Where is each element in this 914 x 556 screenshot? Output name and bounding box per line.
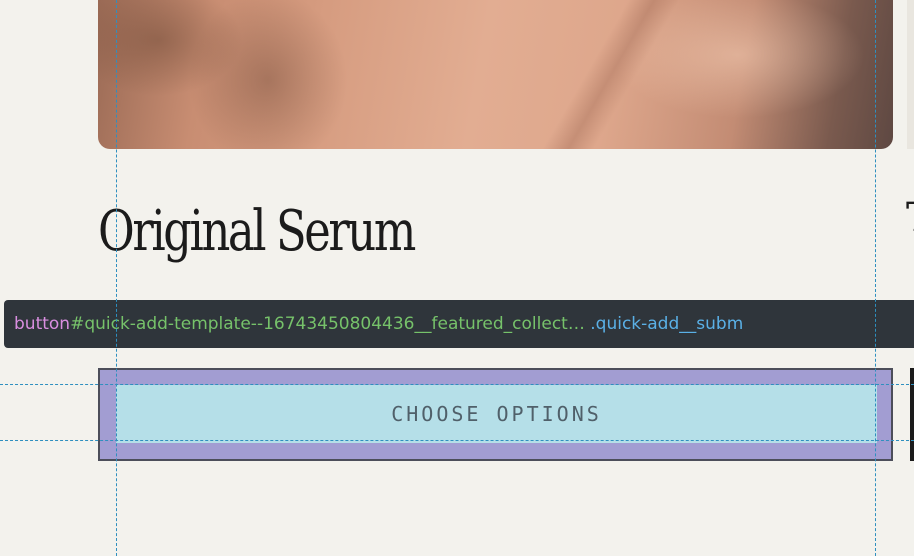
next-card-title-peek: T <box>906 198 914 238</box>
inspector-guide-left <box>116 0 117 556</box>
next-card-image-edge[interactable] <box>907 0 914 149</box>
choose-options-button[interactable]: CHOOSE OPTIONS <box>116 385 877 443</box>
next-card-button-edge[interactable] <box>910 368 914 461</box>
image-skin-fold <box>538 0 678 149</box>
product-title[interactable]: Original Serum <box>98 196 416 268</box>
product-image[interactable] <box>98 0 893 149</box>
image-shadow-region <box>188 0 348 149</box>
tooltip-tag-name: button <box>14 314 71 334</box>
inspector-guide-top <box>0 384 914 385</box>
tooltip-element-classes: .quick-add__subm <box>584 314 744 334</box>
devtools-inspector-tooltip: button#quick-add-template--1674345080443… <box>4 300 914 348</box>
inspector-guide-bottom <box>0 440 914 441</box>
inspector-guide-right <box>875 0 876 556</box>
tooltip-element-id: #quick-add-template--16743450804436__fea… <box>70 314 585 334</box>
